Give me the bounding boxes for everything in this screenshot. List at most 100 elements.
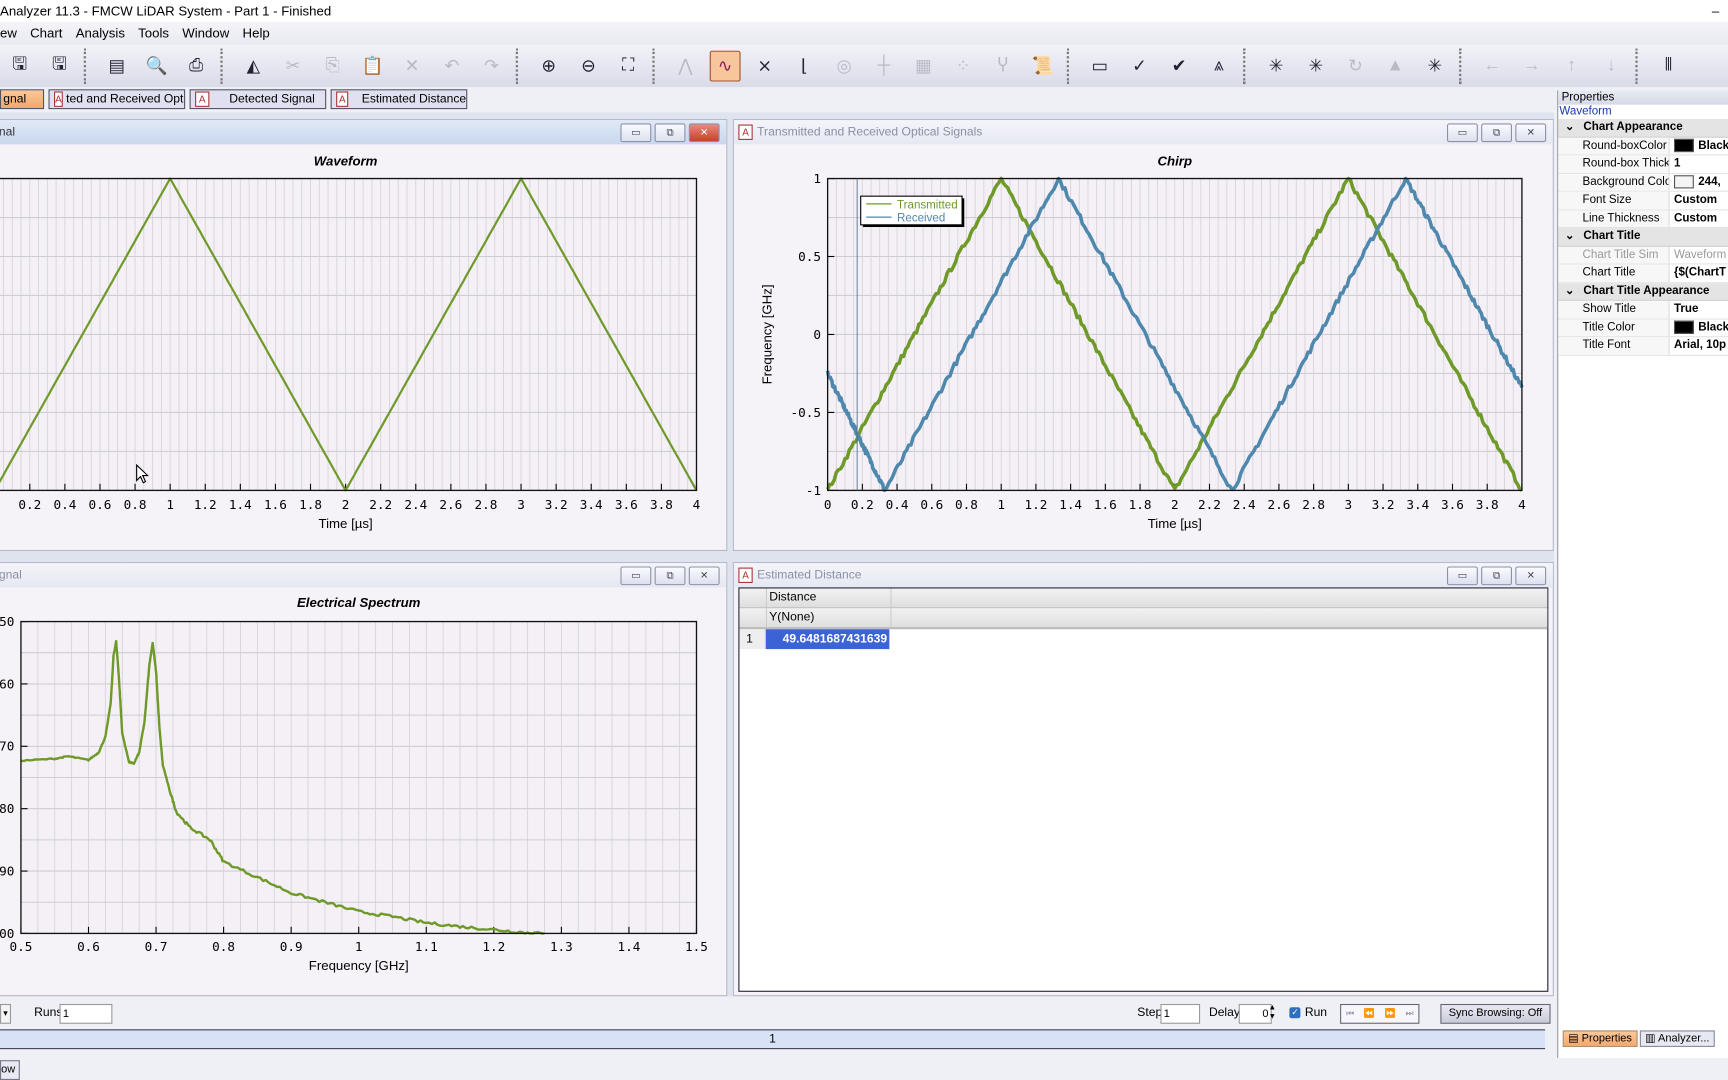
window-titlebar[interactable]: gnal ▭ ⧉ ✕	[0, 563, 727, 588]
collapse-chevron-icon[interactable]: ⌄	[1565, 284, 1575, 297]
distance-cell[interactable]: 49.6481687431639	[765, 629, 890, 650]
close-window-button[interactable]: ✕	[1515, 566, 1547, 586]
chart-properties-icon[interactable]: ◭	[238, 51, 269, 82]
minimize-window-button[interactable]: ▭	[1446, 123, 1478, 143]
property-row[interactable]: Chart Title Sim Waveform	[1558, 246, 1728, 265]
annotation-icon[interactable]: ▭	[1084, 51, 1115, 82]
property-value[interactable]: Waveform	[1674, 246, 1726, 263]
property-row[interactable]: Title Font Arial, 10p	[1558, 337, 1728, 356]
next-icon[interactable]: ⏩	[1385, 1005, 1396, 1023]
property-value[interactable]: True	[1674, 301, 1698, 318]
last-icon[interactable]: ⏭	[1405, 1005, 1413, 1023]
collapse-chevron-icon[interactable]: ⌄	[1565, 120, 1575, 133]
arrow-up-icon[interactable]: ↑	[1556, 51, 1587, 82]
minimize-button[interactable]: –	[1712, 0, 1719, 22]
polar-chart-icon[interactable]: ◎	[829, 51, 860, 82]
print-preview-icon[interactable]: 🔍	[141, 51, 172, 82]
restore-window-button[interactable]: ⧉	[654, 123, 686, 143]
menu-analysis[interactable]: Analysis	[69, 22, 131, 45]
menu-tools[interactable]: Tools	[132, 22, 176, 45]
menu-help[interactable]: Help	[236, 22, 276, 45]
cut-icon[interactable]: ✂	[278, 51, 309, 82]
property-value[interactable]: {$(ChartT	[1674, 264, 1726, 281]
minimize-window-button[interactable]: ▭	[620, 123, 652, 143]
zoom-in-icon[interactable]: ⊕	[533, 51, 564, 82]
menu-chart[interactable]: Chart	[24, 22, 70, 45]
sync-browsing-button[interactable]: Sync Browsing: Off	[1440, 1003, 1551, 1024]
chirp-chart[interactable]: Chirp Time [µs] Frequency [GHz] 0 0.2 0.4 0.6 0…	[734, 143, 1552, 549]
close-window-button[interactable]: ✕	[1515, 123, 1547, 143]
step-input[interactable]	[1160, 1003, 1201, 1024]
iteration-bar[interactable]: 1	[0, 1029, 1546, 1050]
properties-tab[interactable]: ▤ Properties	[1562, 1030, 1638, 1047]
surface-icon[interactable]: ▲	[1380, 51, 1411, 82]
property-row[interactable]: Font Size Custom	[1558, 191, 1728, 210]
property-value[interactable]: 1	[1674, 155, 1680, 172]
runs-input[interactable]	[59, 1003, 113, 1024]
spectrum-cursor-icon[interactable]: ✳	[1261, 51, 1292, 82]
print-icon[interactable]: ⎙	[181, 51, 212, 82]
restore-window-button[interactable]: ⧉	[654, 566, 686, 586]
property-value[interactable]: Custom	[1674, 210, 1717, 227]
menu-view[interactable]: ew	[0, 22, 24, 45]
curve-chart-icon[interactable]: ⌊	[789, 51, 820, 82]
paste-icon[interactable]: 📋	[357, 51, 388, 82]
arrow-down-icon[interactable]: ↓	[1596, 51, 1627, 82]
copy-icon[interactable]: ⎘	[317, 51, 348, 82]
window-titlebar[interactable]: nal ▭ ⧉ ✕	[0, 120, 727, 145]
run-checkbox[interactable]: ✓	[1289, 1007, 1301, 1019]
property-value[interactable]: Black	[1698, 137, 1728, 154]
property-value[interactable]: Arial, 10p	[1674, 337, 1726, 354]
property-row[interactable]: Round-box Thick 1	[1558, 155, 1728, 174]
marker-icon[interactable]: ✓	[1124, 51, 1155, 82]
script-icon[interactable]: 📜	[1027, 51, 1058, 82]
property-row[interactable]: Round-boxColor Black	[1558, 137, 1728, 156]
property-section[interactable]: ⌄ Chart Appearance	[1558, 119, 1728, 138]
waveform-chart[interactable]: WaveformTime [µs]00.20.40.60.811.21.41.6…	[0, 143, 725, 549]
window-titlebar[interactable]: A Transmitted and Received Optical Signal…	[733, 120, 1553, 145]
previous-icon[interactable]: ⏪	[1364, 1005, 1375, 1023]
property-value[interactable]: Custom	[1674, 192, 1717, 209]
matrix-chart-icon[interactable]: ▦	[908, 51, 939, 82]
tab-transmitted-received[interactable]: Ated and Received Optica	[48, 89, 186, 110]
redo-icon[interactable]: ↷	[476, 51, 507, 82]
property-row[interactable]: Show Title True	[1558, 300, 1728, 320]
save-icon[interactable]: 🖫	[4, 51, 35, 82]
property-row[interactable]: Chart Title {$(ChartT	[1558, 264, 1728, 283]
property-value[interactable]: 244,	[1698, 174, 1721, 191]
tab-detected-signal-partial[interactable]: gnal	[0, 89, 45, 110]
delete-icon[interactable]: ✕	[397, 51, 428, 82]
gaussian-chart-icon[interactable]: ⋀	[670, 51, 701, 82]
constellation-icon[interactable]: ⁘	[948, 51, 979, 82]
close-window-button[interactable]: ✕	[688, 123, 720, 143]
window-titlebar[interactable]: A Estimated Distance ▭ ⧉ ✕	[733, 563, 1553, 588]
arrow-right-icon[interactable]: →	[1516, 51, 1547, 82]
save-all-icon[interactable]: 🖫	[44, 51, 75, 82]
property-row[interactable]: Title Color Black	[1558, 319, 1728, 338]
stepper-arrows-icon[interactable]: ▲ ▼	[1268, 1004, 1276, 1022]
columns-icon[interactable]: ⦀	[1653, 51, 1684, 82]
undo-icon[interactable]: ↶	[436, 51, 467, 82]
funnel-chart-icon[interactable]: Ⴤ	[987, 51, 1018, 82]
delay-stepper[interactable]	[1238, 1003, 1272, 1024]
column-header-distance[interactable]: Distance	[767, 588, 892, 608]
spectrum-peak-icon[interactable]: ✳	[1419, 51, 1450, 82]
peak-marker-icon[interactable]: ⩓	[1203, 51, 1234, 82]
tab-estimated-distance[interactable]: A Estimated Distance	[330, 89, 468, 110]
table-row[interactable]: 1 49.6481687431639	[739, 629, 1547, 650]
zoom-out-icon[interactable]: ⊖	[573, 51, 604, 82]
spectrum-chart[interactable]: Electrical Spectrum Frequency [GHz] 0.5 0.6…	[0, 586, 725, 994]
analyzer-tab[interactable]: ▥ Analyzer...	[1639, 1030, 1715, 1047]
rotate-icon[interactable]: ↻	[1340, 51, 1371, 82]
tab-detected-signal[interactable]: A Detected Signal	[189, 89, 327, 110]
first-icon[interactable]: ⏮	[1346, 1005, 1354, 1023]
minimize-window-button[interactable]: ▭	[620, 566, 652, 586]
page-setup-icon[interactable]: ▤	[101, 51, 132, 82]
eye-diagram-icon[interactable]: ⨯	[749, 51, 780, 82]
property-row[interactable]: Line Thickness Custom	[1558, 209, 1728, 229]
restore-window-button[interactable]: ⧉	[1481, 566, 1512, 586]
arrow-left-icon[interactable]: ←	[1477, 51, 1508, 82]
restore-window-button[interactable]: ⧉	[1481, 123, 1512, 143]
dropdown-arrow-icon[interactable]: ▾	[0, 1003, 12, 1024]
property-value[interactable]: Black	[1698, 319, 1728, 336]
